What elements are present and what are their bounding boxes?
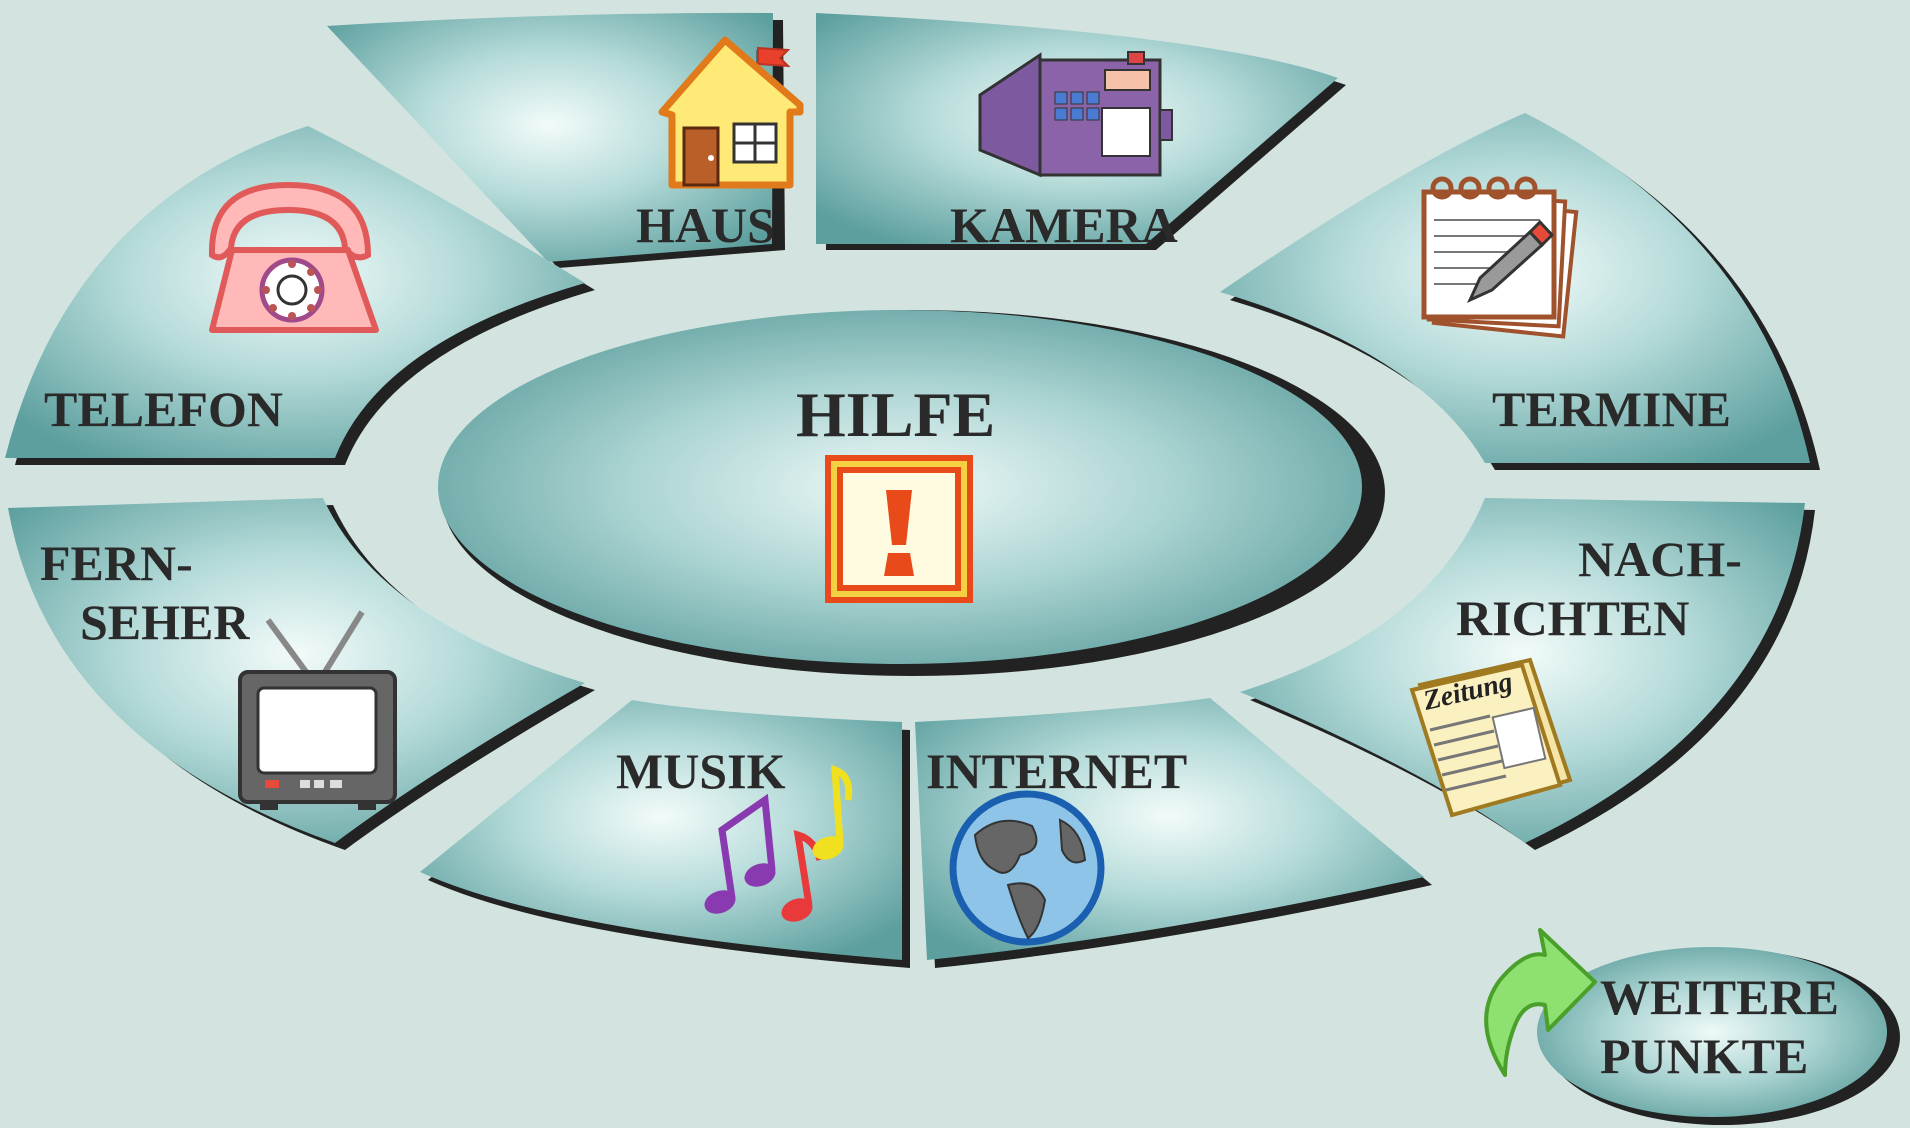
globe-icon [949, 790, 1105, 946]
notepad-pencil-icon [1421, 176, 1579, 339]
main-menu: Zeitung HAUS KAMERA TELEFON TERMINE FERN… [0, 0, 1910, 1128]
warning-exclamation-icon [825, 455, 973, 603]
more-items-button[interactable] [1537, 947, 1900, 1125]
rotary-phone-icon [208, 181, 379, 333]
